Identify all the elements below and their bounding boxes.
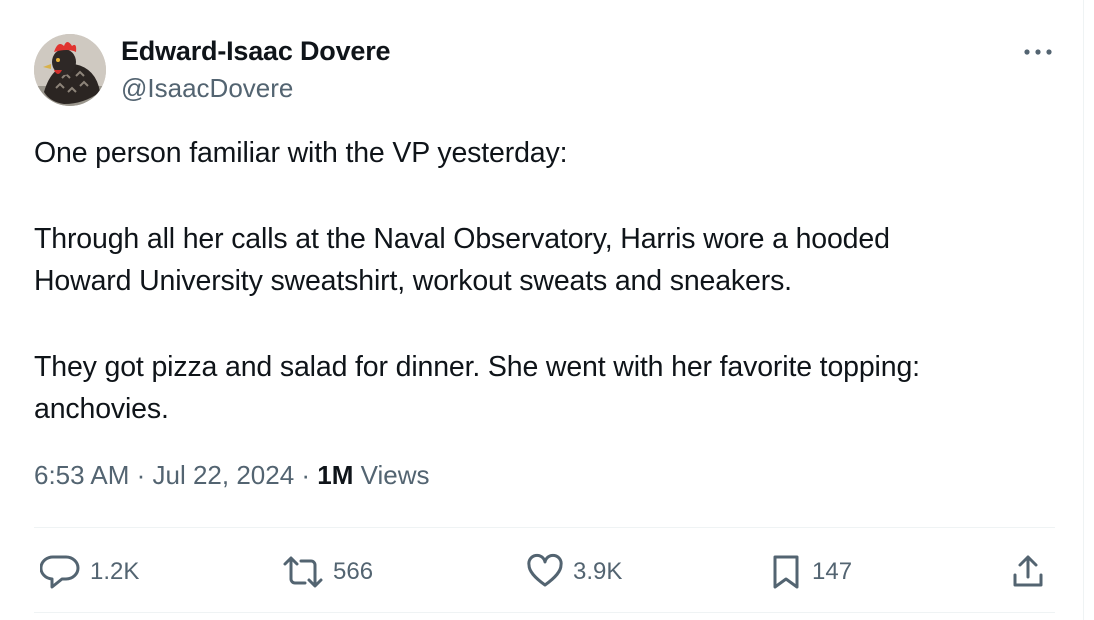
tweet-paragraph: Through all her calls at the Naval Obser… [34, 223, 890, 297]
views-label: Views [353, 460, 430, 490]
heart-icon [527, 553, 563, 587]
more-options-button[interactable] [1016, 36, 1060, 68]
reply-count: 1.2K [90, 558, 140, 585]
divider [34, 527, 1055, 528]
repost-button[interactable]: 566 [281, 552, 373, 592]
repost-count: 566 [333, 558, 374, 585]
bookmark-button[interactable]: 147 [768, 552, 852, 592]
repost-icon [283, 556, 323, 588]
meta-separator: · [129, 460, 153, 490]
author-avatar[interactable] [34, 34, 106, 106]
share-icon [1013, 555, 1043, 587]
tweet-time[interactable]: 6:53 AM [34, 460, 129, 490]
tweet-paragraph: One person familiar with the VP yesterda… [34, 137, 568, 169]
author-name[interactable]: Edward-Isaac Dovere [121, 36, 391, 67]
tweet-date[interactable]: Jul 22, 2024 [153, 460, 295, 490]
bookmark-icon [773, 555, 799, 589]
divider [34, 612, 1055, 613]
like-button[interactable]: 3.9K [525, 552, 622, 592]
tweet-paragraph: They got pizza and salad for dinner. She… [34, 351, 920, 425]
rooster-avatar-icon [34, 34, 106, 106]
meta-separator: · [294, 460, 318, 490]
bookmark-count: 147 [812, 558, 853, 585]
views-count: 1M [317, 460, 354, 490]
tweet-metadata: 6:53 AM · Jul 22, 2024 · 1M Views [34, 460, 430, 491]
reply-icon [40, 555, 80, 589]
author-handle[interactable]: @IsaacDovere [121, 73, 293, 104]
reply-button[interactable]: 1.2K [40, 552, 139, 592]
more-icon [1024, 49, 1052, 55]
tweet-text: One person familiar with the VP yesterda… [34, 132, 1054, 430]
share-button[interactable] [1008, 552, 1048, 592]
tweet-card: Edward-Isaac Dovere @IsaacDovere One per… [0, 0, 1084, 620]
like-count: 3.9K [573, 558, 623, 585]
